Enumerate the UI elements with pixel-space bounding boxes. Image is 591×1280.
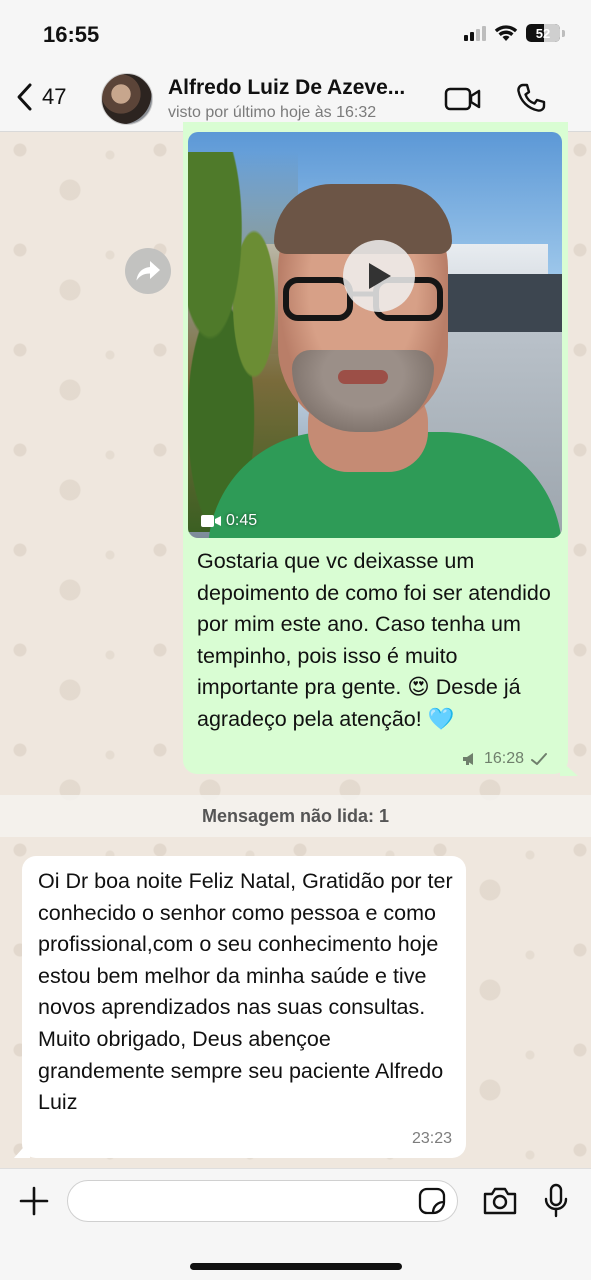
play-button[interactable]	[343, 240, 415, 312]
camera-icon[interactable]	[482, 1186, 518, 1216]
plus-icon[interactable]	[18, 1185, 50, 1217]
video-frame-mouth	[338, 370, 388, 384]
unread-divider: Mensagem não lida: 1	[0, 795, 591, 837]
sticker-icon[interactable]	[418, 1187, 446, 1215]
status-bar: 16:55 52	[0, 0, 591, 62]
chevron-left-icon	[17, 83, 32, 111]
status-icons: 52	[464, 24, 565, 42]
video-camera-icon[interactable]	[444, 86, 482, 112]
status-time: 16:55	[43, 22, 100, 47]
cellular-signal-icon	[464, 25, 486, 41]
message-input[interactable]	[67, 1180, 458, 1222]
contact-avatar[interactable]	[101, 73, 153, 125]
outgoing-message-time: 16:28	[483, 750, 524, 767]
unread-chats-count: 47	[42, 84, 67, 109]
message-input-bar	[0, 1168, 591, 1280]
forward-button[interactable]	[125, 248, 171, 294]
forward-arrow-icon	[136, 261, 160, 281]
incoming-message-time: 23:23	[411, 1130, 452, 1147]
play-icon	[369, 263, 391, 289]
outgoing-message-text: Gostaria que vc deixasse um depoimento d…	[197, 549, 551, 731]
outgoing-message-bubble[interactable]: 0:45 Gostaria que vc deixasse um depoime…	[183, 122, 568, 774]
home-indicator	[190, 1263, 402, 1270]
incoming-message-bubble[interactable]: Oi Dr boa noite Feliz Natal, Gratidão po…	[22, 856, 466, 1158]
video-duration-text: 0:45	[226, 512, 258, 529]
video-thumbnail[interactable]: 0:45	[188, 132, 562, 538]
chat-screen: 16:55 52 47 Alfredo Luiz De Azeve... vis…	[0, 0, 591, 1280]
video-small-icon	[201, 515, 221, 527]
battery-tip	[562, 29, 565, 37]
contact-name[interactable]: Alfredo Luiz De Azeve...	[168, 76, 405, 100]
video-duration: 0:45	[200, 512, 257, 530]
battery-icon: 52	[526, 24, 560, 42]
incoming-message-text: Oi Dr boa noite Feliz Natal, Gratidão po…	[38, 869, 453, 1115]
back-button[interactable]: 47	[14, 82, 66, 112]
last-seen-status: visto por último hoje às 16:32	[168, 104, 377, 121]
wifi-icon	[494, 25, 518, 41]
broadcast-icon	[462, 753, 473, 765]
outgoing-message-meta: 16:28	[462, 750, 548, 768]
phone-icon[interactable]	[515, 82, 547, 114]
microphone-icon[interactable]	[543, 1183, 569, 1219]
unread-divider-text: Mensagem não lida: 1	[201, 805, 390, 826]
single-check-icon	[531, 753, 547, 765]
battery-level: 52	[535, 25, 551, 41]
